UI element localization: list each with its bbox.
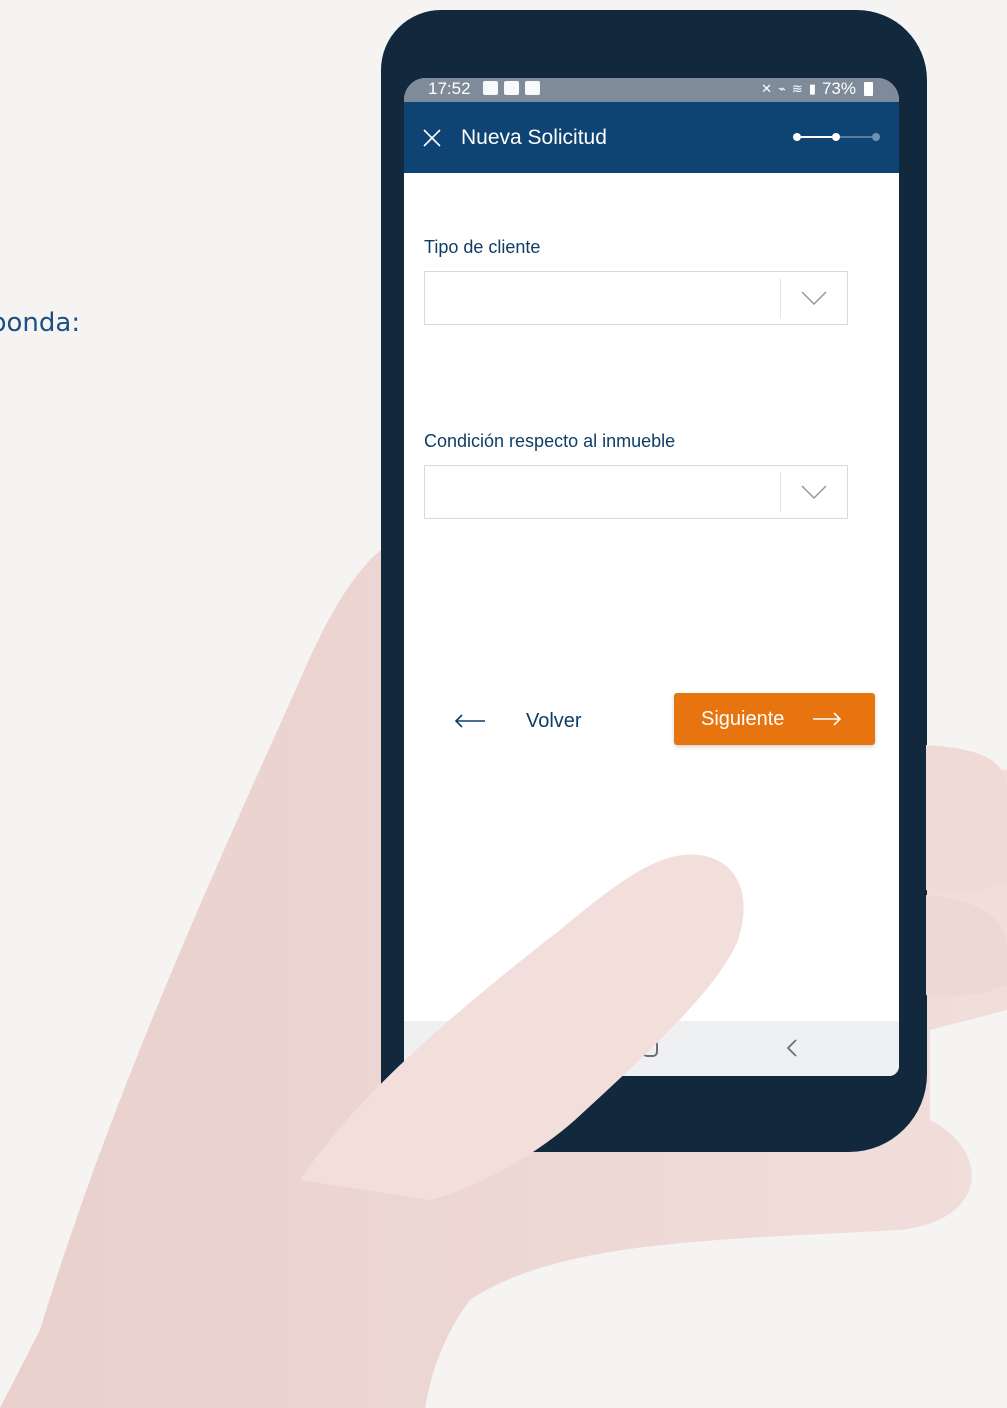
step-indicator <box>793 133 880 141</box>
next-button[interactable]: Siguiente <box>674 693 875 745</box>
page-title: Nueva Solicitud <box>461 126 607 149</box>
battery-level: 73% <box>821 79 856 98</box>
chevron-down-icon[interactable] <box>801 484 827 500</box>
arrow-right-icon <box>813 712 842 726</box>
condicion-inmueble-select[interactable] <box>424 465 848 519</box>
app-bar: Nueva Solicitud <box>404 102 899 173</box>
chevron-down-icon[interactable] <box>801 290 827 306</box>
home-icon[interactable] <box>642 1039 658 1057</box>
tipo-cliente-select[interactable] <box>424 271 848 325</box>
lte-icon: ⌁ <box>778 81 786 96</box>
field-label-tipo-cliente: Tipo de cliente <box>424 237 541 257</box>
step-dot-3 <box>872 133 880 141</box>
calendar-icon <box>525 81 540 95</box>
status-system-icons: ✕ ⌁ ≋ ▮ 73% <box>761 79 873 99</box>
system-nav-bar <box>404 1021 899 1076</box>
illustration-stage: ponda: 17:52 ✕ ⌁ ≋ ▮ 73% <box>0 0 1007 1408</box>
phone-screen: 17:52 ✕ ⌁ ≋ ▮ 73% Nueva Solicitud Tipo d… <box>404 78 899 1076</box>
back-button[interactable]: Volver <box>454 698 614 744</box>
mute-icon: ✕ <box>761 81 773 96</box>
battery-icon <box>864 82 873 96</box>
status-notification-icons <box>483 81 540 95</box>
step-dot-2 <box>832 133 840 141</box>
select-divider <box>780 278 781 318</box>
step-dot-1 <box>793 133 801 141</box>
field-label-condicion-inmueble: Condición respecto al inmueble <box>424 431 676 451</box>
status-time: 17:52 <box>428 79 471 98</box>
arrow-left-icon <box>454 714 485 728</box>
back-button-label: Volver <box>526 709 582 732</box>
select-divider <box>780 472 781 512</box>
close-icon[interactable] <box>422 128 442 148</box>
back-icon[interactable] <box>786 1038 798 1058</box>
sync-icon <box>504 81 519 95</box>
next-button-label: Siguiente <box>701 707 785 730</box>
signal-icon: ▮ <box>808 81 816 96</box>
wifi-icon: ≋ <box>791 81 803 96</box>
status-bar: 17:52 ✕ ⌁ ≋ ▮ 73% <box>404 78 899 102</box>
image-icon <box>483 81 498 95</box>
